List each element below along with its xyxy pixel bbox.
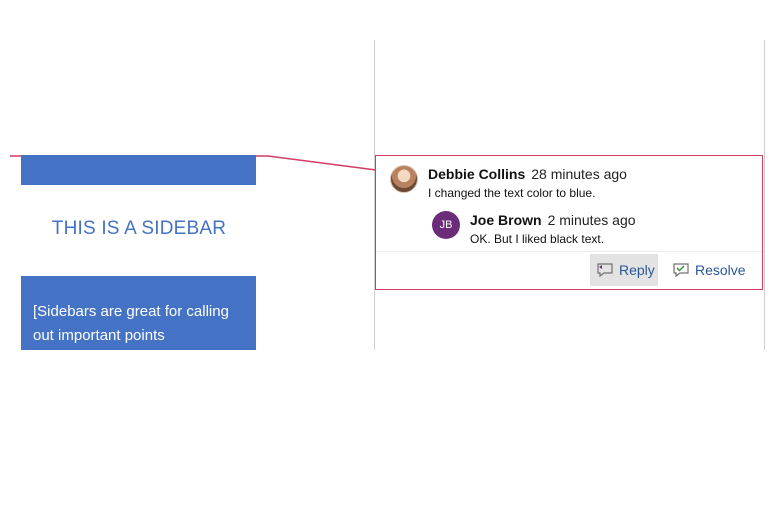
comment-card[interactable]: Debbie Collins 28 minutes ago I changed t… bbox=[375, 155, 763, 290]
sidebar-top-block bbox=[21, 155, 256, 185]
resolve-button[interactable]: Resolve bbox=[668, 254, 758, 286]
reply-label: Reply bbox=[619, 262, 655, 278]
sidebar-body-block[interactable]: [Sidebars are great for calling out impo… bbox=[21, 276, 256, 350]
sidebar-body-text: [Sidebars are great for calling out impo… bbox=[33, 303, 229, 344]
sidebar-heading[interactable]: THIS IS A SIDEBAR bbox=[21, 218, 257, 240]
avatar bbox=[390, 165, 418, 193]
comment-anchor-line bbox=[10, 155, 377, 171]
comment-text: I changed the text color to blue. bbox=[428, 186, 596, 200]
comment-timestamp: 28 minutes ago bbox=[531, 166, 627, 182]
reply-icon bbox=[597, 263, 613, 278]
comment-author: Debbie Collins bbox=[428, 166, 526, 182]
reply-button[interactable]: Reply bbox=[590, 254, 658, 286]
resolve-label: Resolve bbox=[695, 262, 746, 278]
comment-main: Debbie Collins 28 minutes ago I changed t… bbox=[390, 165, 627, 202]
reply-author: Joe Brown bbox=[470, 212, 542, 228]
avatar: JB bbox=[432, 211, 460, 239]
reply-text: OK. But I liked black text. bbox=[470, 232, 605, 246]
resolve-icon bbox=[673, 263, 689, 278]
reply-timestamp: 2 minutes ago bbox=[547, 212, 636, 228]
comment-pane-right-edge bbox=[764, 40, 765, 350]
comment-actions: Reply Resolve bbox=[376, 251, 762, 289]
comment-reply: JB Joe Brown 2 minutes ago OK. But I like… bbox=[432, 211, 636, 248]
